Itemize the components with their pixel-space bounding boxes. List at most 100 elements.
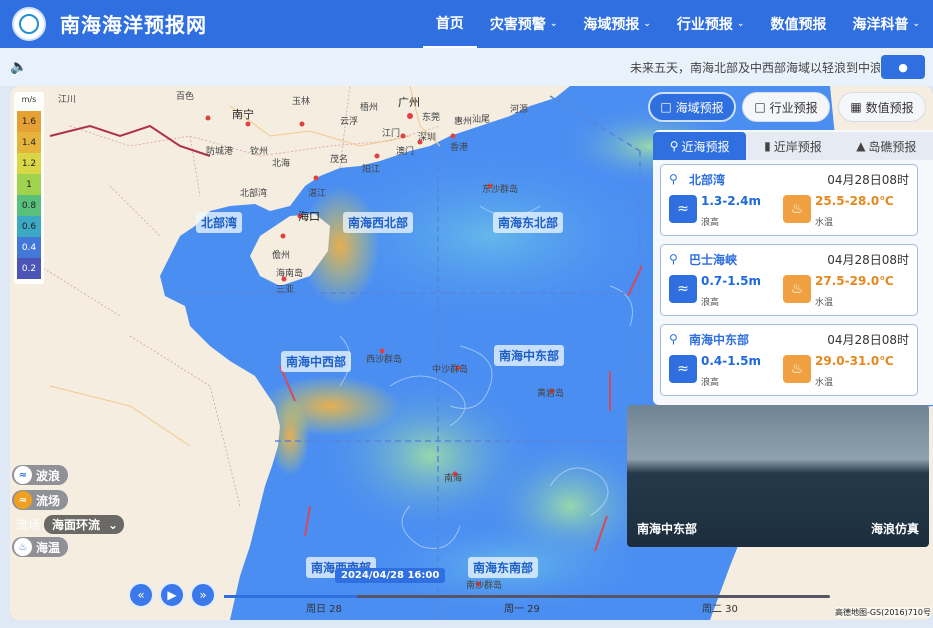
prev-button[interactable]: « <box>128 582 154 608</box>
forecast-card[interactable]: ⚲ 巴士海峡 04月28日08时 ≈0.7-1.5m 浪高 ♨ 27.5-29.0℃ 水温 <box>660 244 918 316</box>
city-label: 云浮 <box>340 117 359 127</box>
card-area-name: 北部湾 <box>689 173 726 187</box>
timeline: « ▶ » 2024/04/28 16:00 周日 28 周一 29 周二 30 <box>10 568 933 620</box>
location-pin-icon: ⚲ <box>669 252 678 266</box>
legend-cell: 1.2 <box>17 153 41 174</box>
city-label: 黄岩岛 <box>537 389 565 399</box>
subtab-island[interactable]: ▲ 岛礁预报 <box>839 132 933 160</box>
nav-home[interactable]: 首页 <box>422 0 477 48</box>
region-northeast[interactable]: 南海东北部 <box>493 212 564 233</box>
wave-icon: ≈ <box>669 195 697 223</box>
map[interactable]: 百色 南宁 玉林 梧州 广州 东莞 惠州 深圳 香港 澳门 湛江 茂名 阳江 海… <box>10 86 933 620</box>
region-southeast[interactable]: 南海东南部 <box>468 557 539 578</box>
sub-tabs: ⚲ 近海预报 ▮ 近岸预报 ▲ 岛礁预报 <box>653 132 933 160</box>
city-label: 海南岛 <box>276 269 304 279</box>
tab-sea-area-forecast[interactable]: □ 海域预报 <box>648 92 736 122</box>
thermometer-icon: ♨ <box>783 195 811 223</box>
layer-current-button[interactable]: ≈ 流场 <box>12 490 69 510</box>
nav-sea-area-forecast[interactable]: 海域预报 ⌄ <box>570 0 664 48</box>
speaker-icon: 🔈 <box>10 59 28 75</box>
nav-industry-forecast[interactable]: 行业预报 ⌄ <box>664 0 758 48</box>
layer-temp-button[interactable]: ♨ 海温 <box>12 537 69 557</box>
logo[interactable] <box>12 7 46 41</box>
notice-bar: 🔈 未来五天，南海北部及中西部海域以轻浪到中浪 ● <box>0 48 933 86</box>
legend-cell: 1.4 <box>17 132 41 153</box>
user-icon: ● <box>898 60 908 74</box>
city-label: 儋州 <box>272 251 291 261</box>
nav-disaster-warning[interactable]: 灾害预警 ⌄ <box>477 0 571 48</box>
city-label: 东莞 <box>422 113 441 123</box>
city-label: 深圳 <box>418 133 437 143</box>
city-label: 汕尾 <box>472 115 491 125</box>
card-area-name: 巴士海峡 <box>689 253 738 267</box>
region-mideast[interactable]: 南海中东部 <box>494 345 565 366</box>
legend-cell: 0.6 <box>17 216 41 237</box>
city-label: 中沙群岛 <box>432 365 469 375</box>
city-label: 阳江 <box>362 165 381 175</box>
next-button[interactable]: » <box>190 582 216 608</box>
nav-ocean-science[interactable]: 海洋科普 ⌄ <box>839 0 933 48</box>
city-label: 玉林 <box>292 97 311 107</box>
notice-text[interactable]: 未来五天，南海北部及中西部海域以轻浪到中浪 <box>630 59 880 76</box>
legend-cell: 1.6 <box>17 111 41 132</box>
double-right-icon: » <box>199 588 207 602</box>
subtab-offshore[interactable]: ⚲ 近海预报 <box>653 132 747 160</box>
current-icon: ≈ <box>14 491 32 509</box>
site-title[interactable]: 南海海洋预报网 <box>60 9 207 38</box>
city-label: 茂名 <box>330 155 349 165</box>
bar-chart-icon: ▮ <box>764 139 771 153</box>
play-button[interactable]: ▶ <box>159 582 185 608</box>
tab-industry-forecast[interactable]: □ 行业预报 <box>742 92 830 122</box>
city-label: 惠州 <box>454 117 473 127</box>
region-northwest[interactable]: 南海西北部 <box>343 212 414 233</box>
header: 南海海洋预报网 首页 灾害预警 ⌄ 海域预报 ⌄ 行业预报 ⌄ 数值预报 海洋科普 ⌄ <box>0 0 933 48</box>
legend-cell: 1 <box>17 174 41 195</box>
city-label: 海口 <box>298 210 320 223</box>
nav-numerical-forecast[interactable]: 数值预报 <box>757 0 839 48</box>
tab-numerical-forecast[interactable]: ▦ 数值预报 <box>838 92 926 122</box>
city-label: 钦州 <box>250 147 269 157</box>
layer-wave-button[interactable]: ≈ 波浪 <box>12 465 69 485</box>
map-copyright: 高德地图-GS(2016)710号 <box>834 607 931 618</box>
city-label: 东沙群岛 <box>482 185 519 195</box>
city-label: 江门 <box>382 129 401 139</box>
card-time: 04月28日08时 <box>827 333 909 347</box>
timeline-current: 2024/04/28 16:00 <box>335 568 446 583</box>
chevron-down-icon: ⌄ <box>912 19 920 29</box>
city-label: 香港 <box>450 143 469 153</box>
legend-cell: 0.4 <box>17 237 41 258</box>
timeline-track[interactable] <box>224 595 830 598</box>
thermometer-icon: ♨ <box>14 538 32 556</box>
city-label: 北海 <box>272 159 291 169</box>
forecast-panel: ⚲ 近海预报 ▮ 近岸预报 ▲ 岛礁预报 ⚲ 北部湾 04月28日08时 ≈1.3-2.4m… <box>653 130 933 405</box>
wave-icon: ≈ <box>14 466 32 484</box>
water-temp-label: 水温 <box>815 378 834 388</box>
document-icon: □ <box>660 100 672 114</box>
forecast-card[interactable]: ⚲ 北部湾 04月28日08时 ≈1.3-2.4m 浪高 ♨ 25.5-28.0℃ 水温 <box>660 164 918 236</box>
wave-icon: ≈ <box>669 275 697 303</box>
play-icon: ▶ <box>167 588 177 602</box>
water-temp-label: 水温 <box>815 298 834 308</box>
pin-icon: ⚲ <box>669 139 679 153</box>
city-label: 湛江 <box>308 189 327 199</box>
legend-cell: 0.2 <box>17 258 41 279</box>
wave-simulation-video[interactable]: 南海中东部 海浪仿真 <box>627 405 929 547</box>
region-midwest[interactable]: 南海中西部 <box>281 351 352 372</box>
card-time: 04月28日08时 <box>827 253 909 267</box>
flow-select[interactable]: 海面环流 ⌄ <box>44 515 125 534</box>
chevron-down-icon: ⌄ <box>108 517 119 532</box>
forecast-card[interactable]: ⚲ 南海中东部 04月28日08时 ≈0.4-1.5m 浪高 ♨ 29.0-31.0℃ 水温 <box>660 324 918 396</box>
city-label: 梧州 <box>360 103 379 113</box>
city-label: 南海 <box>444 474 463 484</box>
chevron-down-icon: ⌄ <box>736 19 745 29</box>
city-label: 西沙群岛 <box>366 355 403 365</box>
water-temp-value: 25.5-28.0℃ <box>815 194 894 208</box>
water-temp-label: 水温 <box>815 218 834 228</box>
subtab-nearshore[interactable]: ▮ 近岸预报 <box>746 132 840 160</box>
region-beibu-gulf[interactable]: 北部湾 <box>196 212 243 233</box>
user-button[interactable]: ● <box>881 55 925 79</box>
water-temp-value: 27.5-29.0℃ <box>815 274 894 288</box>
timeline-day: 周二 30 <box>702 604 738 615</box>
wave-icon: ≈ <box>669 355 697 383</box>
timeline-day: 周日 28 <box>306 604 342 615</box>
